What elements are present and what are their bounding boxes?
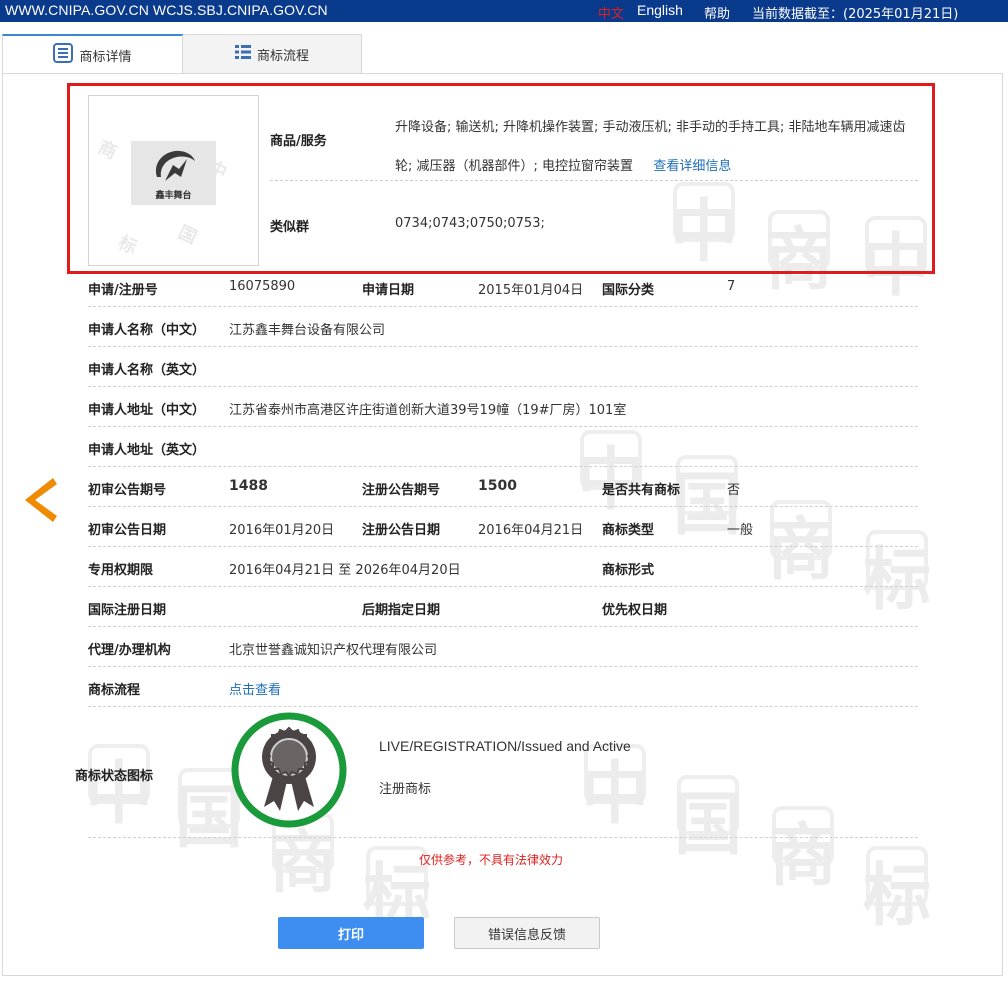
- address-cn-label: 申请人地址（中文）: [88, 403, 206, 418]
- status-english: LIVE/REGISTRATION/Issued and Active: [379, 738, 631, 754]
- site-domain: WWW.CNIPA.GOV.CN WCJS.SBJ.CNIPA.GOV.CN: [5, 2, 328, 18]
- app-date-label: 申请日期: [362, 283, 415, 298]
- tm-form-label: 商标形式: [602, 563, 655, 578]
- prelim-pub-no-label: 初审公告期号: [88, 483, 167, 498]
- divider: [88, 837, 918, 838]
- reg-no-value: 16075890: [229, 279, 296, 294]
- priority-date-label: 优先权日期: [602, 603, 668, 618]
- tab-label: 商标流程: [256, 48, 309, 64]
- logo-text: 鑫丰舞台: [155, 191, 192, 201]
- later-designation-label: 后期指定日期: [362, 603, 441, 618]
- shared-value: 否: [727, 483, 741, 498]
- status-icon-label: 商标状态图标: [75, 769, 154, 784]
- tm-type-label: 商标类型: [602, 523, 655, 538]
- divider: [88, 386, 918, 387]
- goods-services-value: 升降设备; 输送机; 升降机操作装置; 手动液压机; 非手动的手持工具; 非陆地…: [395, 108, 915, 186]
- intl-reg-date-label: 国际注册日期: [88, 603, 167, 618]
- previous-arrow-icon[interactable]: [23, 476, 57, 524]
- reg-pub-no-label: 注册公告期号: [362, 483, 441, 498]
- watermark-char: 国: [174, 222, 200, 249]
- agent-value: 北京世誉鑫诚知识产权代理有限公司: [229, 643, 438, 658]
- divider: [88, 466, 918, 467]
- language-chinese-link[interactable]: 中文: [598, 3, 624, 22]
- tab-trademark-process[interactable]: 商标流程: [183, 34, 362, 74]
- prelim-pub-date-value: 2016年01月20日: [229, 523, 335, 538]
- disclaimer-text: 仅供参考，不具有法律效力: [419, 853, 564, 867]
- trademark-image[interactable]: 商 中 国 标 鑫丰舞台: [88, 95, 259, 266]
- goods-services-label: 商品/服务: [270, 134, 327, 149]
- document-list-icon: [53, 43, 74, 67]
- tab-label: 商标详情: [79, 49, 132, 65]
- prelim-pub-no-value: 1488: [229, 478, 268, 494]
- divider: [88, 546, 918, 547]
- divider: [88, 626, 918, 627]
- top-bar: WWW.CNIPA.GOV.CN WCJS.SBJ.CNIPA.GOV.CN 中…: [0, 0, 1008, 22]
- list-icon: [234, 44, 251, 64]
- tm-type-value: 一般: [727, 523, 754, 538]
- goods-services-text: 升降设备; 输送机; 升降机操作装置; 手动液压机; 非手动的手持工具; 非陆地…: [395, 120, 906, 174]
- divider: [270, 180, 918, 181]
- similar-group-label: 类似群: [270, 220, 310, 235]
- language-english-link[interactable]: English: [637, 2, 683, 18]
- watermark-char: 商: [94, 137, 120, 164]
- data-date: 当前数据截至：(2025年01月21日): [752, 7, 959, 22]
- trademark-logo: 鑫丰舞台: [131, 141, 216, 205]
- help-link[interactable]: 帮助: [704, 3, 730, 22]
- divider: [88, 666, 918, 667]
- watermark-char: 标: [114, 232, 140, 259]
- divider: [88, 306, 918, 307]
- prelim-pub-date-label: 初审公告日期: [88, 523, 167, 538]
- app-date-value: 2015年01月04日: [478, 283, 584, 298]
- trademark-mark-icon: [155, 150, 195, 181]
- error-feedback-button[interactable]: 错误信息反馈: [454, 917, 600, 949]
- divider: [88, 706, 918, 707]
- status-chinese: 注册商标: [379, 782, 432, 797]
- similar-group-value: 0734;0743;0750;0753;: [395, 216, 545, 231]
- intl-class-value: 7: [727, 279, 736, 294]
- address-cn-value: 江苏省泰州市高港区许庄街道创新大道39号19幢（19#厂房）101室: [229, 403, 627, 418]
- applicant-cn-label: 申请人名称（中文）: [88, 323, 206, 338]
- reg-no-label: 申请/注册号: [88, 283, 158, 298]
- divider: [88, 346, 918, 347]
- print-button[interactable]: 打印: [278, 917, 424, 949]
- process-view-link[interactable]: 点击查看: [229, 679, 281, 698]
- intl-class-label: 国际分类: [602, 283, 655, 298]
- divider: [88, 426, 918, 427]
- address-en-label: 申请人地址（英文）: [88, 443, 206, 458]
- reg-pub-date-value: 2016年04月21日: [478, 523, 584, 538]
- view-details-link[interactable]: 查看详细信息: [653, 159, 731, 174]
- applicant-cn-value: 江苏鑫丰舞台设备有限公司: [229, 323, 386, 338]
- process-label: 商标流程: [88, 683, 141, 698]
- exclusive-period-label: 专用权期限: [88, 563, 154, 578]
- applicant-en-label: 申请人名称（英文）: [88, 363, 206, 378]
- agent-label: 代理/办理机构: [88, 643, 171, 658]
- shared-label: 是否共有商标: [602, 483, 681, 498]
- reg-pub-no-value: 1500: [478, 478, 517, 494]
- exclusive-period-value: 2016年04月21日 至 2026年04月20日: [229, 563, 461, 578]
- divider: [88, 506, 918, 507]
- registered-badge-icon: [230, 711, 348, 829]
- divider: [88, 586, 918, 587]
- reg-pub-date-label: 注册公告日期: [362, 523, 441, 538]
- tab-trademark-details[interactable]: 商标详情: [2, 34, 183, 74]
- tab-bar: 商标详情 商标流程: [2, 34, 362, 74]
